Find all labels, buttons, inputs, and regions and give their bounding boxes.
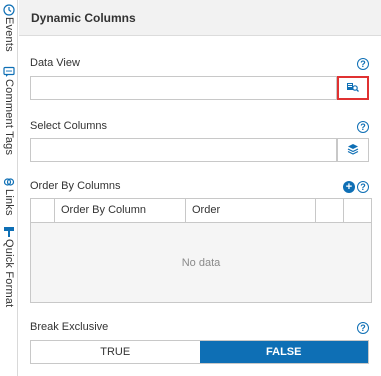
layers-icon	[347, 143, 359, 158]
select-columns-label: Select Columns	[30, 120, 108, 132]
quick-format-icon	[3, 226, 15, 238]
dynamic-columns-panel: Dynamic Columns Data View ? Select Colum…	[19, 0, 381, 376]
order-by-help-icon[interactable]: ?	[357, 181, 369, 193]
data-view-input[interactable]	[30, 76, 337, 100]
order-by-grid: Order By Column Order No data	[30, 198, 372, 303]
add-order-by-icon[interactable]: +	[343, 181, 355, 193]
panel-header: Dynamic Columns	[19, 0, 381, 36]
break-exclusive-label: Break Exclusive	[30, 321, 109, 333]
side-tab-comment-tags[interactable]: Comment Tags	[1, 66, 17, 155]
data-view-label: Data View	[30, 57, 80, 69]
side-tab-links[interactable]: Links	[1, 176, 17, 216]
grid-empty-message: No data	[31, 223, 371, 302]
side-tab-comment-tags-label: Comment Tags	[3, 79, 15, 156]
data-view-search-icon	[346, 81, 360, 96]
break-exclusive-toggle: TRUE FALSE	[30, 340, 369, 364]
select-columns-input[interactable]	[30, 138, 337, 162]
panel-title: Dynamic Columns	[31, 11, 136, 25]
links-icon	[3, 176, 15, 188]
side-tab-links-label: Links	[3, 189, 15, 216]
grid-select-column	[31, 199, 55, 222]
data-view-search-button[interactable]	[337, 76, 369, 100]
order-by-columns-label: Order By Columns	[30, 180, 121, 192]
grid-action-column	[316, 199, 344, 222]
side-tab-strip: Events Comment Tags Links Quick Format	[0, 0, 18, 376]
side-tab-events-label: Events	[3, 17, 15, 52]
toggle-option-false[interactable]: FALSE	[199, 341, 368, 363]
data-view-help-icon[interactable]: ?	[357, 58, 369, 70]
events-icon	[3, 4, 15, 16]
side-tab-events[interactable]: Events	[1, 4, 17, 52]
select-columns-help-icon[interactable]: ?	[357, 121, 369, 133]
grid-header-order-by-column[interactable]: Order By Column	[55, 199, 186, 222]
side-tab-quick-format-label: Quick Format	[3, 239, 15, 308]
order-by-grid-header: Order By Column Order	[31, 199, 371, 223]
toggle-option-true[interactable]: TRUE	[31, 341, 200, 363]
side-tab-quick-format[interactable]: Quick Format	[1, 226, 17, 307]
grid-header-order[interactable]: Order	[186, 199, 316, 222]
select-columns-button[interactable]	[337, 138, 369, 162]
break-exclusive-help-icon[interactable]: ?	[357, 322, 369, 334]
comment-tags-icon	[3, 66, 15, 78]
